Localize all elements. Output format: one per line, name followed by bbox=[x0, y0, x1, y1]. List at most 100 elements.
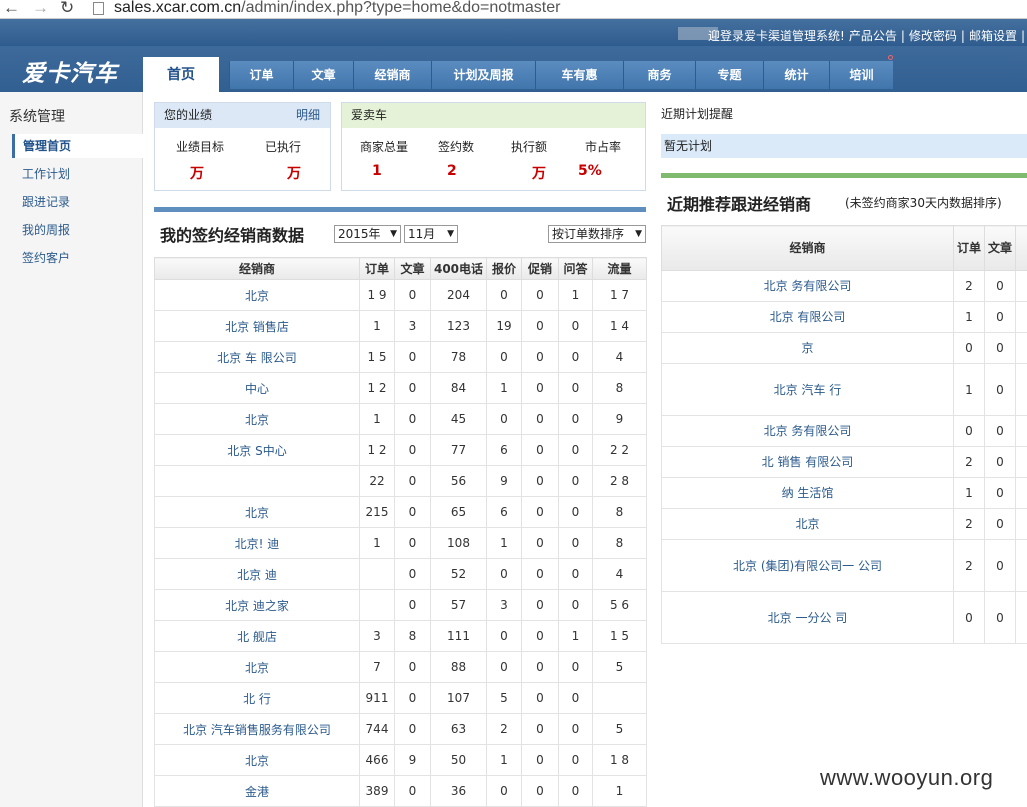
nav-tab-3[interactable]: 经销商 bbox=[353, 61, 431, 89]
sidebar-item-2[interactable]: 跟进记录 bbox=[12, 190, 143, 214]
dealer-table-header-cell[interactable]: 流量 bbox=[592, 257, 647, 280]
sidebar-item-3[interactable]: 我的周报 bbox=[12, 218, 143, 242]
dealer-name-link[interactable]: 北 行 bbox=[154, 682, 360, 714]
top-link[interactable]: 修改密码 bbox=[909, 29, 957, 43]
performance-header: 您的业绩 明细 bbox=[155, 103, 330, 128]
table-cell: 3 bbox=[486, 589, 522, 621]
table-cell: 0 bbox=[521, 341, 559, 373]
dealer-name-link[interactable]: 北京! 迪 bbox=[154, 527, 360, 559]
recommend-dealer-link[interactable]: 北京 务有限公司 bbox=[661, 415, 954, 447]
target-value: 万 bbox=[190, 166, 204, 182]
table-row: 北京 汽车 行10 bbox=[661, 363, 1027, 416]
dealer-name-link[interactable]: 北京 bbox=[154, 496, 360, 528]
dealer-table-header-cell[interactable]: 400电话 bbox=[430, 257, 487, 280]
header: 爱卡汽车 首页 订单 文章 经销商 计划及周报 车有惠 商务 专题 统计 培训 bbox=[0, 46, 1027, 92]
table-cell: 0 bbox=[394, 527, 431, 559]
table-cell: 0 bbox=[953, 591, 985, 644]
table-cell: 0 bbox=[394, 589, 431, 621]
table-cell: 5 bbox=[486, 682, 522, 714]
table-cell: 0 bbox=[394, 341, 431, 373]
recommend-dealer-link[interactable]: 京 bbox=[661, 332, 954, 364]
dealer-name-link[interactable]: 金港 bbox=[154, 775, 360, 807]
dealer-table-header-cell[interactable]: 经销商 bbox=[154, 257, 360, 280]
recommend-table-header-cell: 经销商 bbox=[661, 225, 954, 271]
recommend-dealer-link[interactable]: 北京 (集团)有限公司一 公司 bbox=[661, 539, 954, 592]
table-cell: 2 bbox=[486, 713, 522, 745]
nav-tab-2[interactable]: 文章 bbox=[293, 61, 353, 89]
year-select[interactable]: 2015年 ▼ bbox=[334, 225, 401, 243]
recommend-dealer-link[interactable]: 北 销售 有限公司 bbox=[661, 446, 954, 478]
back-arrow-icon[interactable]: ← bbox=[3, 0, 20, 18]
top-link[interactable]: 迎登录爱卡渠道管理系统! bbox=[708, 29, 845, 43]
nav-tab-8[interactable]: 统计 bbox=[763, 61, 829, 89]
nav-tab-1[interactable]: 订单 bbox=[229, 61, 293, 89]
sort-select[interactable]: 按订单数排序 ▼ bbox=[548, 225, 646, 243]
dealer-name-link[interactable]: 北京 汽车销售服务有限公司 bbox=[154, 713, 360, 745]
forward-arrow-icon[interactable]: → bbox=[32, 0, 49, 18]
table-cell: 1 bbox=[558, 279, 593, 311]
dealer-name-link[interactable]: 北京 S中心 bbox=[154, 434, 360, 466]
table-cell bbox=[1015, 446, 1027, 478]
table-cell bbox=[1015, 332, 1027, 364]
performance-box: 您的业绩 明细 业绩目标 万 已执行 万 bbox=[154, 102, 331, 191]
table-cell: 5 bbox=[592, 713, 647, 745]
dealer-table-header-cell[interactable]: 订单 bbox=[359, 257, 395, 280]
dealer-table-header-cell[interactable]: 问答 bbox=[558, 257, 593, 280]
table-cell: 0 bbox=[984, 446, 1016, 478]
table-cell: 0 bbox=[558, 651, 593, 683]
top-link[interactable]: 产品公告 bbox=[849, 29, 897, 43]
recommend-dealer-link[interactable]: 北京 汽车 行 bbox=[661, 363, 954, 416]
nav-tab-4[interactable]: 计划及周报 bbox=[431, 61, 535, 89]
recommend-dealer-link[interactable]: 北京 务有限公司 bbox=[661, 270, 954, 302]
recommend-dealer-link[interactable]: 纳 生活馆 bbox=[661, 477, 954, 509]
table-cell: 0 bbox=[521, 310, 559, 342]
table-row: 北京 一分公 司00 bbox=[661, 591, 1027, 644]
dealer-table-header-cell[interactable]: 报价 bbox=[486, 257, 522, 280]
recommend-dealer-link[interactable]: 北京 一分公 司 bbox=[661, 591, 954, 644]
dealer-name-link[interactable]: 北京 销售店 bbox=[154, 310, 360, 342]
dealer-table-header-cell[interactable]: 促销 bbox=[521, 257, 559, 280]
nav-tab-7[interactable]: 专题 bbox=[695, 61, 763, 89]
table-row: 22 0 56 9 0 0 2 8 bbox=[154, 465, 647, 497]
dealer-name-link[interactable]: 北京 bbox=[154, 403, 360, 435]
recommend-dealer-link[interactable]: 北京 有限公司 bbox=[661, 301, 954, 333]
table-row: 北 销售 有限公司 2 0 bbox=[661, 446, 1027, 478]
recommend-dealer-link[interactable]: 北京 bbox=[661, 508, 954, 540]
sidebar-item-4[interactable]: 签约客户 bbox=[12, 246, 143, 270]
top-link[interactable]: 邮箱设置 bbox=[969, 29, 1017, 43]
dealer-name-link[interactable]: 北京 bbox=[154, 651, 360, 683]
nav-tab-0[interactable]: 首页 bbox=[143, 57, 219, 92]
table-cell: 111 bbox=[430, 620, 487, 652]
nav-tab-9[interactable]: 培训 bbox=[829, 61, 893, 89]
sidebar-item-0[interactable]: 管理首页 bbox=[12, 134, 143, 158]
table-cell: 1 9 bbox=[359, 279, 395, 311]
nav-tab-6[interactable]: 商务 bbox=[623, 61, 695, 89]
table-cell: 3 bbox=[359, 620, 395, 652]
recommend-table-header: 经销商 订单 文章 bbox=[661, 225, 1027, 271]
table-cell: 2 2 bbox=[592, 434, 647, 466]
dealer-name-link[interactable]: 北京 车 限公司 bbox=[154, 341, 360, 373]
sidebar-item-1[interactable]: 工作计划 bbox=[12, 162, 143, 186]
table-row: 北京 务有限公司 2 0 bbox=[661, 270, 1027, 302]
watermark: www.wooyun.org bbox=[820, 765, 994, 790]
dealer-name-link[interactable]: 中心 bbox=[154, 372, 360, 404]
dealer-name-link[interactable]: 北京 bbox=[154, 744, 360, 776]
table-cell bbox=[1015, 539, 1027, 592]
dealer-name-link[interactable]: 北京 迪 bbox=[154, 558, 360, 590]
performance-detail-link[interactable]: 明细 bbox=[296, 103, 320, 127]
dealer-name-link[interactable]: 北 舰店 bbox=[154, 620, 360, 652]
dealer-name-link[interactable]: 北京 bbox=[154, 279, 360, 311]
dealer-name-link[interactable]: 北京 迪之家 bbox=[154, 589, 360, 621]
table-cell: 0 bbox=[394, 434, 431, 466]
table-cell: 0 bbox=[394, 279, 431, 311]
dealer-table-header-cell[interactable]: 文章 bbox=[394, 257, 431, 280]
table-row: 纳 生活馆 1 0 bbox=[661, 477, 1027, 509]
reload-icon[interactable]: ↻ bbox=[60, 0, 74, 18]
nav-tab-5[interactable]: 车有惠 bbox=[535, 61, 623, 89]
table-row: 北京 迪 0 52 0 0 0 4 bbox=[154, 558, 647, 590]
dealer-name-link[interactable] bbox=[154, 465, 360, 497]
month-select[interactable]: 11月 ▼ bbox=[404, 225, 458, 243]
aimaiche-label-1: 签约数 bbox=[438, 140, 475, 154]
url-text[interactable]: sales.xcar.com.cn/admin/index.php?type=h… bbox=[114, 0, 560, 17]
table-cell: 0 bbox=[486, 558, 522, 590]
